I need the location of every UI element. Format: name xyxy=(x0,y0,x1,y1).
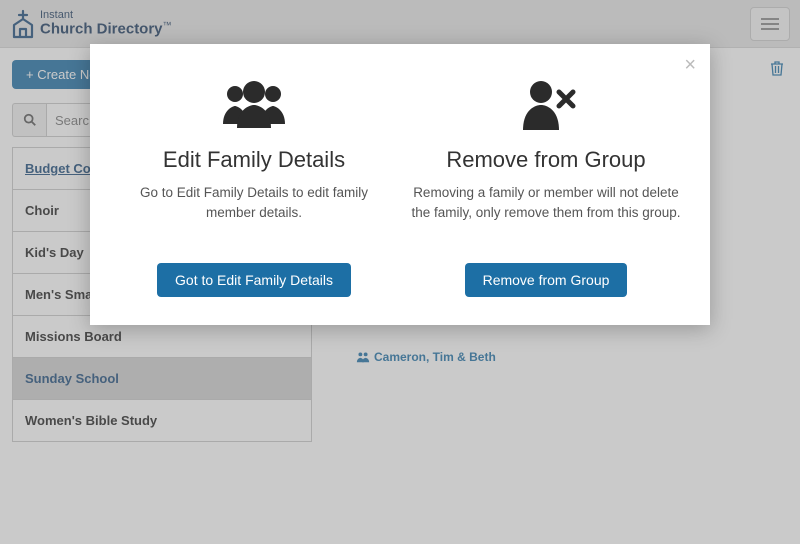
edit-desc: Go to Edit Family Details to edit family… xyxy=(118,183,390,241)
close-icon[interactable]: × xyxy=(684,54,696,77)
edit-title: Edit Family Details xyxy=(163,147,345,173)
edit-family-button[interactable]: Got to Edit Family Details xyxy=(157,263,351,297)
remove-title: Remove from Group xyxy=(446,147,645,173)
remove-group-button[interactable]: Remove from Group xyxy=(465,263,628,297)
modal-dialog: × Edit Family Details Go to Edit Family … xyxy=(90,44,710,325)
user-remove-icon xyxy=(511,78,581,137)
modal-edit-column: Edit Family Details Go to Edit Family De… xyxy=(118,66,390,297)
modal-remove-column: Remove from Group Removing a family or m… xyxy=(410,66,682,297)
remove-desc: Removing a family or member will not del… xyxy=(410,183,682,241)
group-icon xyxy=(215,78,293,137)
